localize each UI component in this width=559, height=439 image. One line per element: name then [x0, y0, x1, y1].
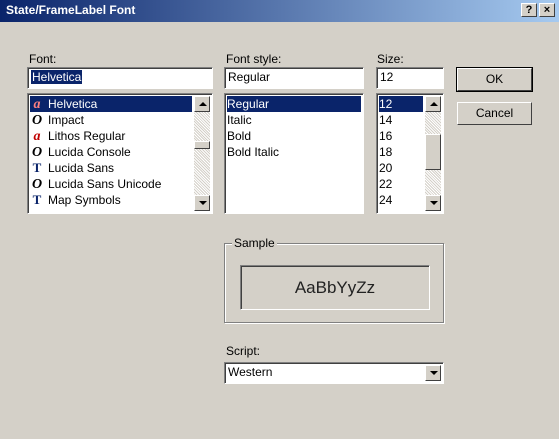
font-list-scrollbar[interactable] — [194, 96, 210, 211]
size-list-item-label: 24 — [379, 193, 393, 207]
truetype-font-icon: T — [32, 192, 42, 207]
sample-preview: AaBbYyZz — [240, 265, 430, 310]
font-list-item-lucida-console[interactable]: O Lucida Console — [30, 144, 192, 160]
style-list-item-label: Bold — [227, 129, 252, 143]
size-list-item-18[interactable]: 18 — [379, 144, 423, 160]
font-style-input-value: Regular — [228, 70, 271, 84]
font-scroll-down-button[interactable] — [194, 195, 210, 211]
font-list-item-label: Impact — [48, 113, 85, 127]
font-list-item-helvetica[interactable]: a Helvetica — [30, 96, 192, 112]
font-scroll-thumb[interactable] — [194, 141, 210, 149]
font-list-item-map-symbols[interactable]: T Map Symbols — [30, 192, 192, 208]
opentype-font-icon: a — [33, 97, 41, 112]
size-list-item-14[interactable]: 14 — [379, 112, 423, 128]
opentype-font-icon: O — [31, 177, 43, 192]
font-list-item-lucida-sans-unicode[interactable]: O Lucida Sans Unicode — [30, 176, 192, 192]
font-list-item-label: Lithos Regular — [48, 129, 126, 143]
size-list-item-label: 12 — [379, 97, 393, 111]
opentype-font-icon: O — [31, 145, 43, 160]
font-style-label: Font style: — [226, 52, 282, 66]
font-style-list[interactable]: Regular Italic Bold Bold Italic — [224, 93, 364, 214]
script-dropdown-chevron-down-icon[interactable] — [425, 365, 441, 381]
size-list-item-label: 22 — [379, 177, 393, 191]
font-list-item-lithos-regular[interactable]: a Lithos Regular — [30, 128, 192, 144]
window-title: State/FrameLabel Font — [6, 3, 136, 17]
style-list-item-bold[interactable]: Bold — [227, 128, 361, 144]
size-list-item-label: 20 — [379, 161, 393, 175]
style-list-item-label: Regular — [227, 97, 270, 111]
font-list-item-lucida-sans[interactable]: T Lucida Sans — [30, 160, 192, 176]
font-list-item-impact[interactable]: O Impact — [30, 112, 192, 128]
ok-button[interactable]: OK — [456, 67, 533, 92]
opentype-font-icon: a — [33, 129, 41, 144]
font-list-item-label: Lucida Sans Unicode — [48, 177, 162, 191]
font-label: Font: — [29, 52, 57, 66]
cancel-button[interactable]: Cancel — [457, 102, 532, 125]
size-list-item-24[interactable]: 24 — [379, 192, 423, 208]
help-button[interactable]: ? — [521, 3, 537, 17]
size-scroll-up-button[interactable] — [425, 96, 441, 112]
font-scroll-up-button[interactable] — [194, 96, 210, 112]
sample-legend: Sample — [232, 236, 277, 250]
script-select-value: Western — [228, 365, 273, 379]
size-input-value: 12 — [380, 70, 394, 84]
script-select[interactable]: Western — [224, 362, 444, 384]
font-list-item-label: Lucida Sans — [48, 161, 115, 175]
font-list-item-label: Lucida Console — [48, 145, 131, 159]
size-list-item-20[interactable]: 20 — [379, 160, 423, 176]
size-list-item-label: 16 — [379, 129, 393, 143]
font-list[interactable]: a Helvetica O Impact a Lithos Regular O Lucida … — [27, 93, 213, 214]
font-list-item-label: Map Symbols — [48, 193, 121, 207]
size-input[interactable]: 12 — [376, 67, 444, 89]
style-list-item-regular[interactable]: Regular — [227, 96, 361, 112]
sample-text: AaBbYyZz — [294, 278, 376, 297]
size-list-item-label: 18 — [379, 145, 393, 159]
script-label: Script: — [226, 344, 261, 358]
font-input[interactable]: Helvetica — [27, 67, 213, 89]
size-scroll-down-button[interactable] — [425, 195, 441, 211]
size-list-item-12[interactable]: 12 — [379, 96, 423, 112]
style-list-item-label: Italic — [227, 113, 252, 127]
style-list-item-label: Bold Italic — [227, 145, 280, 159]
style-list-item-bold-italic[interactable]: Bold Italic — [227, 144, 361, 160]
title-bar[interactable]: State/FrameLabel Font ? × — [0, 0, 559, 22]
close-button[interactable]: × — [539, 3, 555, 17]
size-label: Size: — [377, 52, 404, 66]
truetype-font-icon: T — [32, 160, 42, 175]
size-list[interactable]: 12 14 16 18 20 22 24 — [376, 93, 444, 214]
font-list-item-label: Helvetica — [48, 97, 98, 111]
size-list-item-label: 14 — [379, 113, 393, 127]
font-style-input[interactable]: Regular — [224, 67, 364, 89]
font-input-value: Helvetica — [31, 70, 83, 84]
size-scroll-thumb[interactable] — [425, 134, 441, 170]
size-list-item-22[interactable]: 22 — [379, 176, 423, 192]
size-list-item-16[interactable]: 16 — [379, 128, 423, 144]
size-list-scrollbar[interactable] — [425, 96, 441, 211]
opentype-font-icon: O — [31, 113, 43, 128]
style-list-item-italic[interactable]: Italic — [227, 112, 361, 128]
